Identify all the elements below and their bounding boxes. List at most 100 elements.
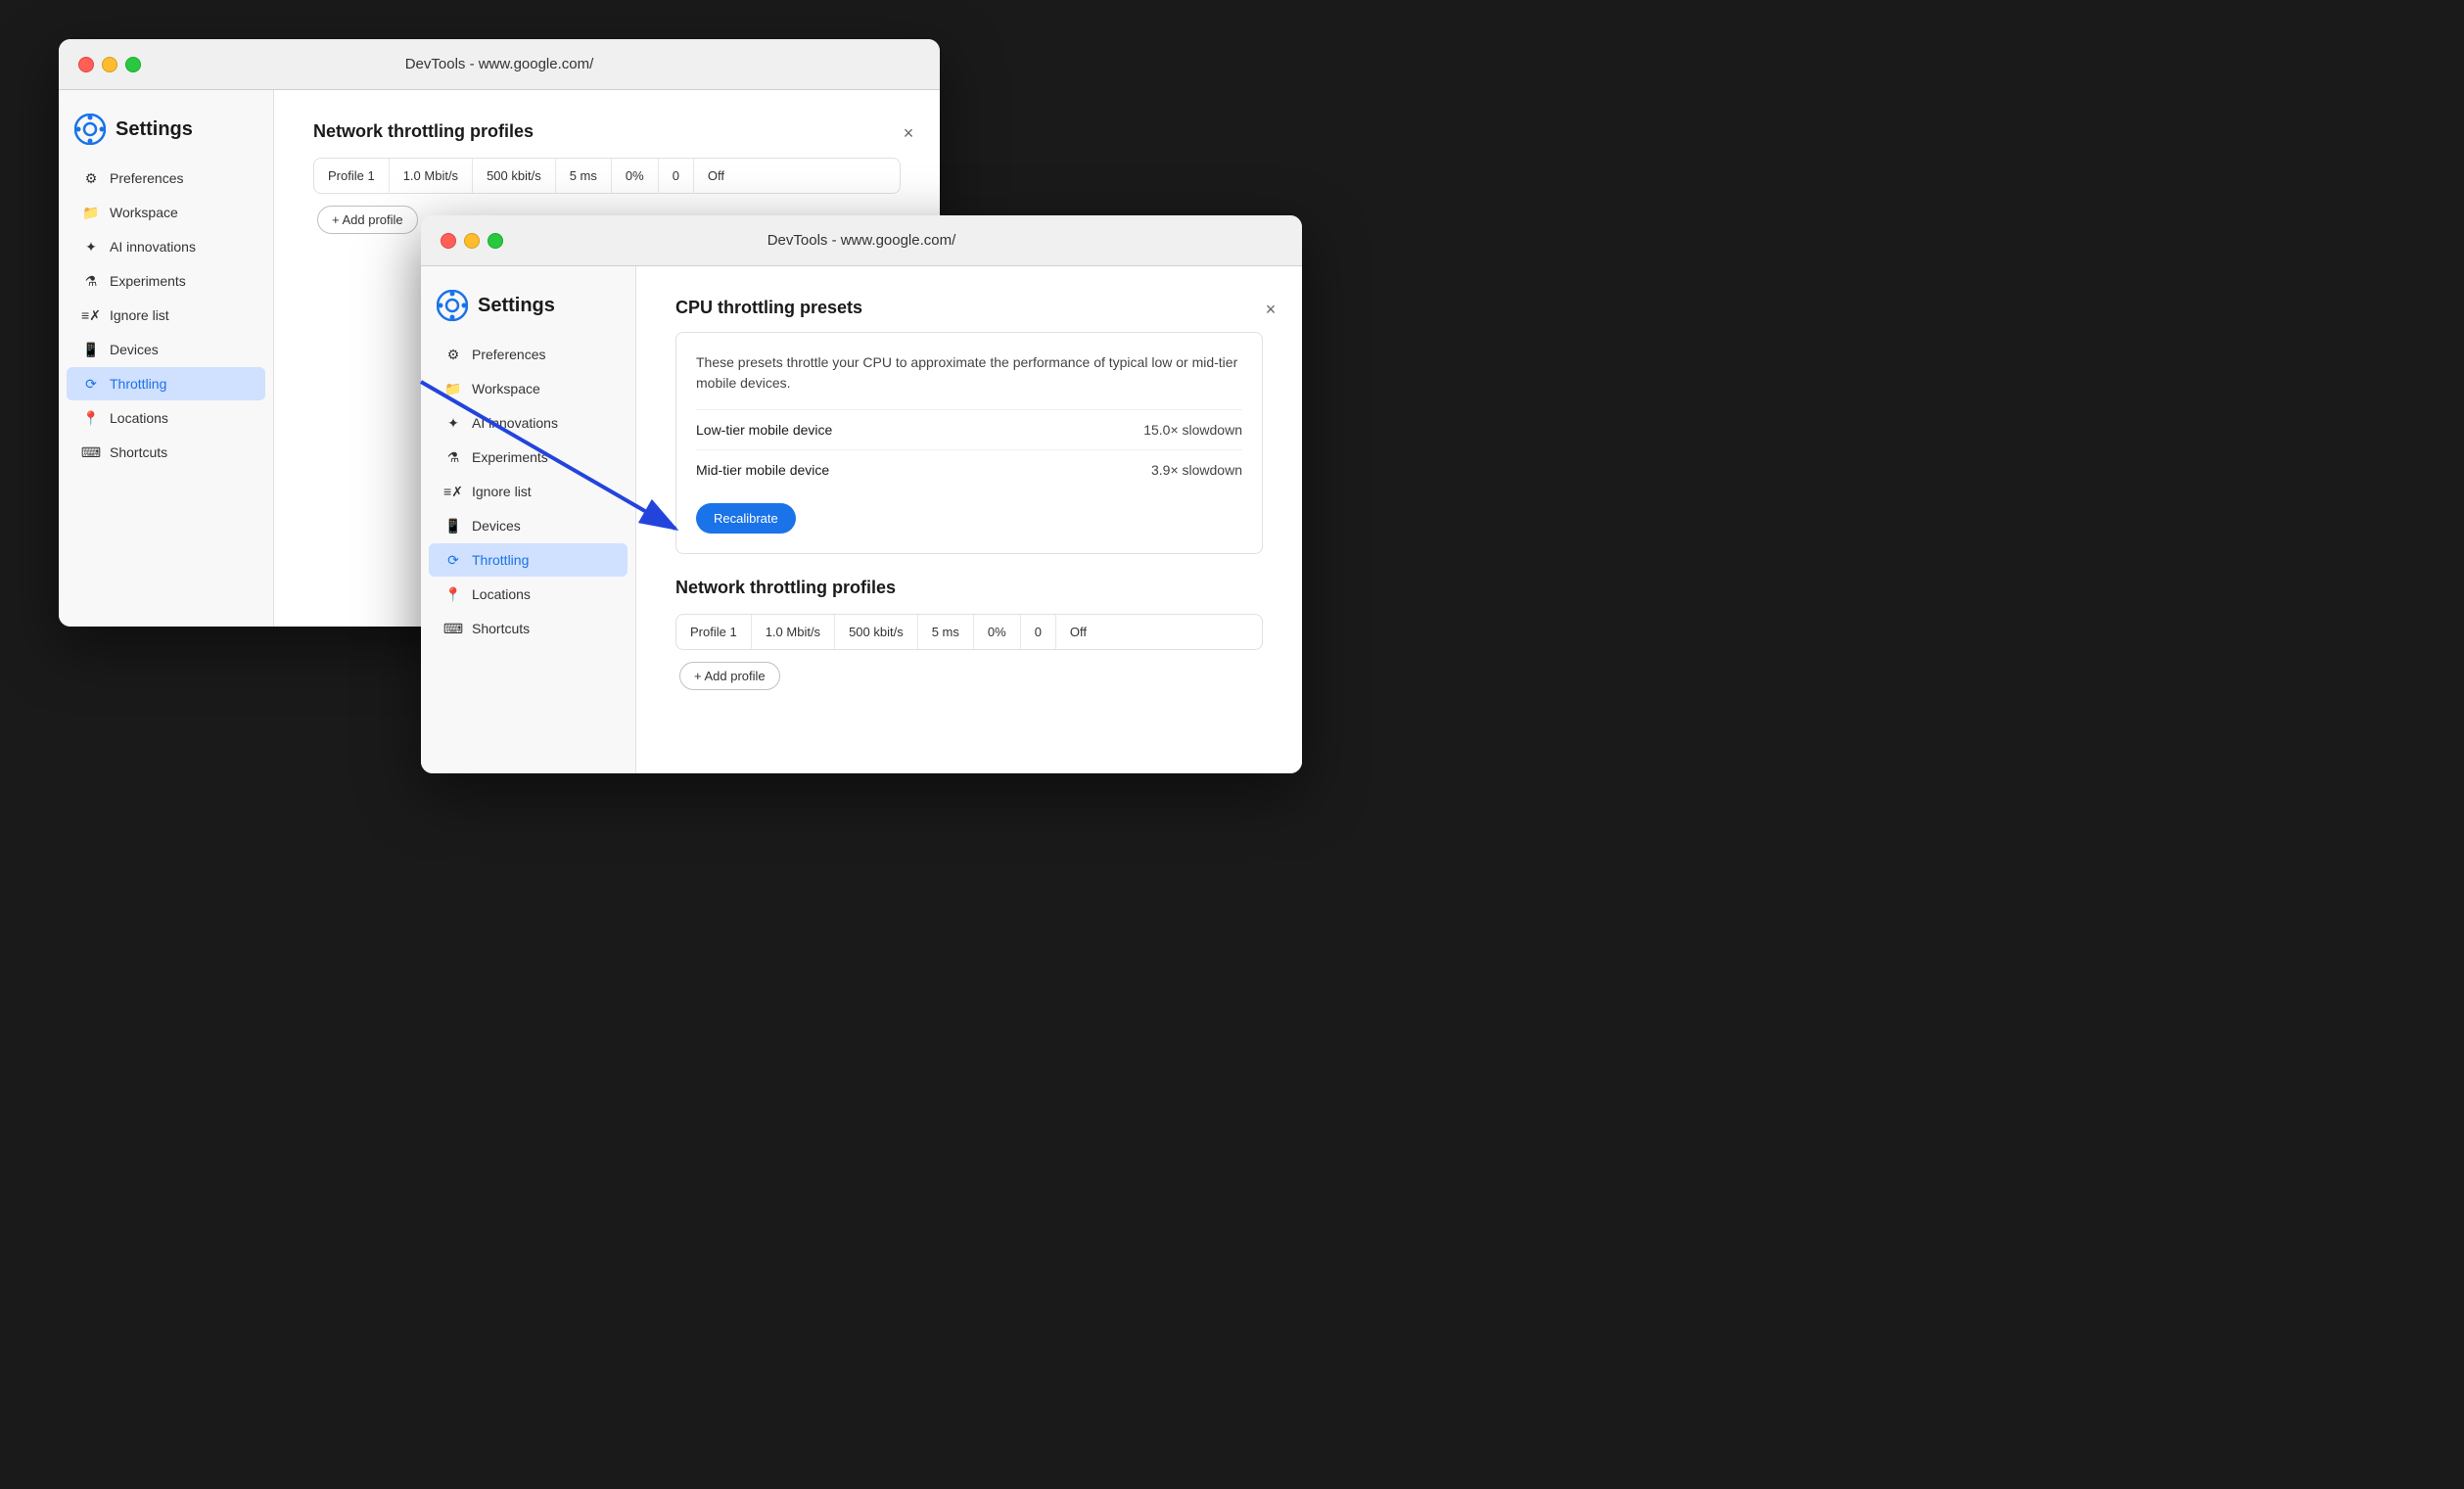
cell-upload-1: 500 kbit/s bbox=[473, 159, 556, 193]
cpu-presets-box: These presets throttle your CPU to appro… bbox=[675, 332, 1263, 554]
minimize-traffic-light-1[interactable] bbox=[102, 57, 117, 72]
cell-latency-2: 5 ms bbox=[918, 615, 974, 649]
cell-packetloss-1: 0% bbox=[612, 159, 659, 193]
ignorelist-label-1: Ignore list bbox=[110, 307, 169, 323]
sidebar-item-experiments-1[interactable]: ⚗ Experiments bbox=[67, 264, 265, 298]
cell-off-2: Off bbox=[1056, 615, 1100, 649]
mid-tier-row: Mid-tier mobile device 3.9× slowdown bbox=[696, 449, 1242, 489]
sidebar-item-throttling-2[interactable]: ⟳ Throttling bbox=[429, 543, 628, 577]
sidebar-title-2: Settings bbox=[478, 295, 555, 317]
shortcuts-label-1: Shortcuts bbox=[110, 444, 167, 460]
sidebar-2: Settings ⚙ Preferences 📁 Workspace ✦ AI … bbox=[421, 266, 636, 773]
settings-logo-icon-2 bbox=[437, 290, 468, 321]
close-traffic-light-2[interactable] bbox=[441, 233, 456, 249]
pin-icon-2: 📍 bbox=[444, 585, 462, 603]
close-button-1[interactable]: × bbox=[897, 121, 920, 145]
workspace-label-1: Workspace bbox=[110, 205, 178, 220]
sidebar-title-1: Settings bbox=[116, 118, 193, 141]
cell-download-2: 1.0 Mbit/s bbox=[752, 615, 835, 649]
shortcuts-label-2: Shortcuts bbox=[472, 621, 530, 636]
throttle-icon-2: ⟳ bbox=[444, 551, 462, 569]
window-controls-2 bbox=[441, 233, 503, 249]
folder-icon-2: 📁 bbox=[444, 380, 462, 397]
gear-icon-2: ⚙ bbox=[444, 346, 462, 363]
sidebar-item-ai-1[interactable]: ✦ AI innovations bbox=[67, 230, 265, 263]
locations-label-1: Locations bbox=[110, 410, 168, 426]
sidebar-item-shortcuts-1[interactable]: ⌨ Shortcuts bbox=[67, 436, 265, 469]
sidebar-item-locations-1[interactable]: 📍 Locations bbox=[67, 401, 265, 435]
sidebar-item-throttling-1[interactable]: ⟳ Throttling bbox=[67, 367, 265, 400]
settings-logo-icon-1 bbox=[74, 114, 106, 145]
devices-icon-2: 📱 bbox=[444, 517, 462, 535]
window-title-2: DevTools - www.google.com/ bbox=[767, 232, 956, 249]
cell-upload-2: 500 kbit/s bbox=[835, 615, 918, 649]
titlebar-2: DevTools - www.google.com/ bbox=[421, 215, 1302, 266]
cell-profile-name-1: Profile 1 bbox=[314, 159, 390, 193]
ignorelist-label-2: Ignore list bbox=[472, 484, 532, 499]
sidebar-item-ai-2[interactable]: ✦ AI innovations bbox=[429, 406, 628, 440]
sidebar-item-workspace-2[interactable]: 📁 Workspace bbox=[429, 372, 628, 405]
cpu-section-title: CPU throttling presets bbox=[675, 298, 1263, 318]
throttle-icon-1: ⟳ bbox=[82, 375, 100, 393]
experiments-label-2: Experiments bbox=[472, 449, 548, 465]
cell-packetloss-2: 0% bbox=[974, 615, 1021, 649]
close-button-2[interactable]: × bbox=[1259, 298, 1282, 321]
recalibrate-button[interactable]: Recalibrate bbox=[696, 503, 796, 534]
throttling-label-1: Throttling bbox=[110, 376, 166, 392]
mid-tier-value: 3.9× slowdown bbox=[1151, 462, 1242, 478]
sidebar-1: Settings ⚙ Preferences 📁 Workspace ✦ AI … bbox=[59, 90, 274, 627]
profile-table-1: Profile 1 1.0 Mbit/s 500 kbit/s 5 ms 0% … bbox=[313, 158, 901, 194]
sidebar-item-preferences-1[interactable]: ⚙ Preferences bbox=[67, 162, 265, 195]
keyboard-icon-1: ⌨ bbox=[82, 443, 100, 461]
ignore-icon-1: ≡✗ bbox=[82, 306, 100, 324]
fullscreen-traffic-light-1[interactable] bbox=[125, 57, 141, 72]
sidebar-item-preferences-2[interactable]: ⚙ Preferences bbox=[429, 338, 628, 371]
sidebar-item-ignorelist-1[interactable]: ≡✗ Ignore list bbox=[67, 299, 265, 332]
sidebar-item-workspace-1[interactable]: 📁 Workspace bbox=[67, 196, 265, 229]
preferences-label-2: Preferences bbox=[472, 347, 545, 362]
flask-icon-2: ⚗ bbox=[444, 448, 462, 466]
preferences-label-1: Preferences bbox=[110, 170, 183, 186]
devices-icon-1: 📱 bbox=[82, 341, 100, 358]
titlebar-1: DevTools - www.google.com/ bbox=[59, 39, 940, 90]
sidebar-item-shortcuts-2[interactable]: ⌨ Shortcuts bbox=[429, 612, 628, 645]
keyboard-icon-2: ⌨ bbox=[444, 620, 462, 637]
mid-tier-label: Mid-tier mobile device bbox=[696, 462, 829, 478]
experiments-label-1: Experiments bbox=[110, 273, 186, 289]
minimize-traffic-light-2[interactable] bbox=[464, 233, 480, 249]
cell-latency-1: 5 ms bbox=[556, 159, 612, 193]
low-tier-label: Low-tier mobile device bbox=[696, 422, 832, 438]
sidebar-header-2: Settings bbox=[421, 282, 635, 337]
fullscreen-traffic-light-2[interactable] bbox=[488, 233, 503, 249]
network-section-title-1: Network throttling profiles bbox=[313, 121, 901, 142]
sidebar-item-devices-2[interactable]: 📱 Devices bbox=[429, 509, 628, 542]
devices-label-1: Devices bbox=[110, 342, 159, 357]
profile-row-1: Profile 1 1.0 Mbit/s 500 kbit/s 5 ms 0% … bbox=[314, 159, 900, 193]
pin-icon-1: 📍 bbox=[82, 409, 100, 427]
profile-table-2: Profile 1 1.0 Mbit/s 500 kbit/s 5 ms 0% … bbox=[675, 614, 1263, 650]
ai-label-1: AI innovations bbox=[110, 239, 196, 255]
window-controls-1 bbox=[78, 57, 141, 72]
locations-label-2: Locations bbox=[472, 586, 531, 602]
add-profile-button-2[interactable]: + Add profile bbox=[679, 662, 780, 690]
sidebar-item-ignorelist-2[interactable]: ≡✗ Ignore list bbox=[429, 475, 628, 508]
window-title-1: DevTools - www.google.com/ bbox=[405, 56, 594, 72]
sparkle-icon-2: ✦ bbox=[444, 414, 462, 432]
cpu-info-text: These presets throttle your CPU to appro… bbox=[696, 352, 1242, 394]
sparkle-icon-1: ✦ bbox=[82, 238, 100, 256]
add-profile-button-1[interactable]: + Add profile bbox=[317, 206, 418, 234]
workspace-label-2: Workspace bbox=[472, 381, 540, 396]
close-traffic-light-1[interactable] bbox=[78, 57, 94, 72]
cell-queue-1: 0 bbox=[659, 159, 694, 193]
cell-off-1: Off bbox=[694, 159, 738, 193]
cell-download-1: 1.0 Mbit/s bbox=[390, 159, 473, 193]
sidebar-item-experiments-2[interactable]: ⚗ Experiments bbox=[429, 441, 628, 474]
low-tier-value: 15.0× slowdown bbox=[1143, 422, 1242, 438]
sidebar-item-devices-1[interactable]: 📱 Devices bbox=[67, 333, 265, 366]
throttling-label-2: Throttling bbox=[472, 552, 529, 568]
cell-queue-2: 0 bbox=[1021, 615, 1056, 649]
flask-icon-1: ⚗ bbox=[82, 272, 100, 290]
sidebar-item-locations-2[interactable]: 📍 Locations bbox=[429, 578, 628, 611]
cell-profile-name-2: Profile 1 bbox=[676, 615, 752, 649]
profile-row-2: Profile 1 1.0 Mbit/s 500 kbit/s 5 ms 0% … bbox=[676, 615, 1262, 649]
